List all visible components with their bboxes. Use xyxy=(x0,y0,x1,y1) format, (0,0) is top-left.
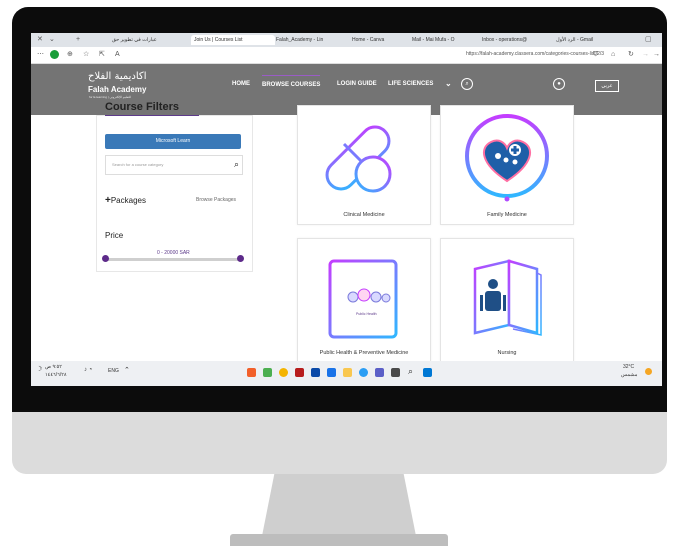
share-icon[interactable]: ⇱ xyxy=(99,51,105,59)
course-card-label[interactable]: Clinical Medicine xyxy=(298,212,430,218)
app-icon-outlook[interactable] xyxy=(311,368,320,377)
tab-mail[interactable]: Mail - Mai Mufa - O xyxy=(409,35,481,45)
logo-subtitle: for E-learning | للتعليم الإلكتروني xyxy=(89,95,131,99)
taskbar-time[interactable]: ٩:٥٢ ص xyxy=(45,364,62,370)
course-card-public-health[interactable]: Public Health Public Health & Preventive… xyxy=(297,238,431,362)
browser-tab-bar: ✕ ⌄ + عبارات في تطوير حق Join Us | Cours… xyxy=(31,33,662,47)
app-icon-teams[interactable] xyxy=(375,368,384,377)
restore-window-icon[interactable]: ▢ xyxy=(645,36,652,44)
tracking-icon[interactable]: ⛉ xyxy=(593,51,598,59)
nursing-book-icon xyxy=(473,259,542,336)
profile-avatar-icon[interactable] xyxy=(50,50,59,59)
close-window-icon[interactable]: ✕ xyxy=(37,36,43,44)
tray-chevron-icon[interactable]: ⌃ xyxy=(124,366,130,374)
tab-courses-list[interactable]: Join Us | Courses List xyxy=(191,35,275,45)
browse-packages-link[interactable]: Browse Packages xyxy=(196,197,236,203)
category-search-input[interactable]: Search for a course category ⌕ xyxy=(105,155,243,175)
window-menu-icon[interactable]: ⌄ xyxy=(49,36,55,44)
price-slider-track[interactable] xyxy=(105,258,241,261)
login-lock-icon[interactable]: ● xyxy=(553,78,565,90)
more-icon[interactable]: ⋯ xyxy=(37,51,44,59)
nav-browse-courses[interactable]: BROWSE COURSES xyxy=(262,75,321,88)
microsoft-learn-button[interactable]: Microsoft Learn xyxy=(105,134,241,149)
course-card-family-medicine[interactable]: Family Medicine xyxy=(440,105,574,225)
logo-english[interactable]: Falah Academy xyxy=(88,85,146,94)
course-card-label[interactable]: Family Medicine xyxy=(441,212,573,218)
price-range-value: 0 - 20000 SAR xyxy=(157,250,190,256)
weather-temp[interactable]: 32°C xyxy=(623,364,634,370)
taskbar-search-icon[interactable]: ⌕ xyxy=(408,366,413,377)
course-card-clinical-medicine[interactable]: Clinical Medicine xyxy=(297,105,431,225)
app-icon-excel[interactable] xyxy=(263,368,272,377)
network-volume-icon[interactable]: ♪ ◔ xyxy=(84,367,92,373)
nav-home[interactable]: HOME xyxy=(232,81,250,87)
search-placeholder: Search for a course category xyxy=(112,162,164,167)
browser-address-bar: ⋯ ⊕ ☆ ⇱ A https://falah-academy.classera… xyxy=(31,47,662,64)
start-menu-icon[interactable] xyxy=(423,368,432,377)
packages-label: Packages xyxy=(110,196,146,205)
file-explorer-icon[interactable] xyxy=(343,368,352,377)
monitor-stand-neck xyxy=(262,474,416,536)
tab-linkedin[interactable]: Falah_Academy - Lin xyxy=(273,35,351,45)
app-icon-powerpoint[interactable] xyxy=(247,368,256,377)
book-title-text: Public Health xyxy=(356,312,377,316)
new-tab-icon[interactable]: + xyxy=(76,36,80,44)
logo-arabic[interactable]: اكاديمية الفلاح xyxy=(88,71,146,82)
course-card-label[interactable]: Public Health & Preventive Medicine xyxy=(298,350,430,356)
book-public-health-icon: Public Health xyxy=(328,259,398,339)
search-icon[interactable]: ⌕ xyxy=(234,159,239,170)
monitor-chin xyxy=(12,412,667,474)
nav-life-sciences[interactable]: LIFE SCIENCES xyxy=(388,81,433,87)
chevron-down-icon[interactable]: ⌄ xyxy=(445,79,452,88)
app-icon-acrobat[interactable] xyxy=(295,368,304,377)
search-icon[interactable]: ⌕ xyxy=(461,78,473,90)
screen: ✕ ⌄ + عبارات في تطوير حق Join Us | Cours… xyxy=(31,33,662,386)
extensions-icon[interactable]: ⊕ xyxy=(67,51,73,59)
url-text[interactable]: https://falah-academy.classera.com/categ… xyxy=(466,51,604,57)
taskbar-date[interactable]: ١٤٤٦/٦/٢٨ xyxy=(45,372,67,378)
course-card-label[interactable]: Nursing xyxy=(441,350,573,356)
course-card-nursing[interactable]: Nursing xyxy=(440,238,574,362)
refresh-icon[interactable]: ↻ xyxy=(628,51,634,59)
back-icon[interactable]: → xyxy=(653,51,660,59)
capsule-plus-icon xyxy=(325,125,392,193)
language-switch-button[interactable]: عربي xyxy=(595,80,619,92)
price-slider-max-handle[interactable] xyxy=(237,255,244,262)
home-icon[interactable]: ⌂ xyxy=(611,51,615,59)
sun-icon[interactable] xyxy=(645,368,652,375)
tab-canva[interactable]: Home - Canva xyxy=(349,35,411,45)
filters-title-underline xyxy=(105,115,199,116)
tab-inbox[interactable]: Inbox - operations@ xyxy=(479,35,555,45)
price-label: Price xyxy=(105,231,124,240)
app-icon-chrome[interactable] xyxy=(279,368,288,377)
heart-family-icon xyxy=(465,114,549,202)
forward-icon[interactable]: → xyxy=(642,51,649,59)
app-icon-edge[interactable] xyxy=(359,368,368,377)
tab-gmail[interactable]: الرد الأول - Gmail xyxy=(553,35,637,45)
input-language[interactable]: ENG xyxy=(108,368,119,374)
nav-login-guide[interactable]: LOGIN GUIDE xyxy=(337,81,377,87)
filters-title: Course Filters xyxy=(105,101,179,113)
windows-taskbar: ☽ ٩:٥٢ ص ١٤٤٦/٦/٢٨ ♪ ◔ ENG ⌃ ⌕ 32°C مشمس xyxy=(31,361,662,386)
weather-taskbar-icon[interactable]: ☽ xyxy=(36,365,42,373)
weather-label[interactable]: مشمس xyxy=(621,372,637,378)
price-slider-min-handle[interactable] xyxy=(102,255,109,262)
read-aloud-icon[interactable]: A xyxy=(115,51,120,59)
tab-arabic[interactable]: عبارات في تطوير حق xyxy=(109,35,193,45)
packages-toggle[interactable]: +Packages xyxy=(105,195,146,206)
app-icon-word[interactable] xyxy=(327,368,336,377)
favorites-icon[interactable]: ☆ xyxy=(83,51,89,59)
task-view-icon[interactable] xyxy=(391,368,400,377)
monitor-stand-foot xyxy=(230,534,448,546)
